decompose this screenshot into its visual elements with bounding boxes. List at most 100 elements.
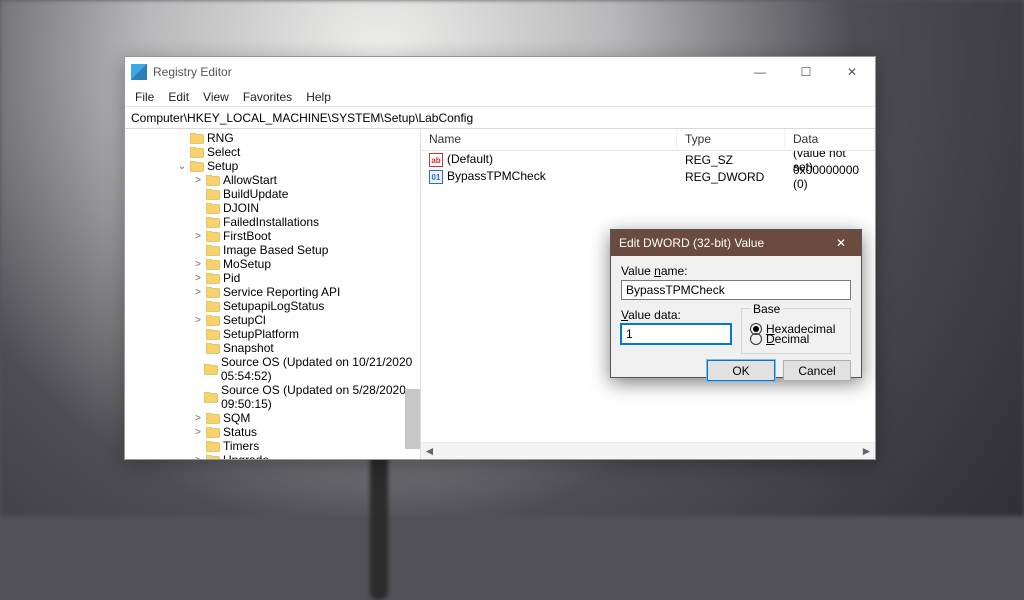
base-legend: Base (750, 302, 783, 316)
scroll-right-icon[interactable]: ► (858, 443, 875, 460)
minimize-button[interactable]: — (737, 57, 783, 87)
chevron-right-icon[interactable]: > (193, 427, 203, 438)
tree-node-label: Source OS (Updated on 10/21/2020 05:54:5… (221, 355, 414, 383)
tree-node[interactable]: SetupPlatform (125, 327, 420, 341)
cancel-button[interactable]: Cancel (783, 360, 851, 381)
maximize-button[interactable]: ☐ (783, 57, 829, 87)
app-icon (131, 64, 147, 80)
tree-node-label: SQM (223, 411, 250, 425)
chevron-right-icon[interactable]: > (193, 273, 203, 284)
tree-node[interactable]: Snapshot (125, 341, 420, 355)
reg-string-icon: ab (429, 153, 443, 167)
tree-node[interactable]: BuildUpdate (125, 187, 420, 201)
radio-icon (750, 333, 762, 345)
folder-icon (206, 343, 220, 354)
tree-node[interactable]: > Upgrade (125, 453, 420, 459)
chevron-right-icon[interactable]: > (193, 231, 203, 242)
chevron-right-icon[interactable]: > (193, 287, 203, 298)
tree-node-label: Timers (223, 439, 259, 453)
chevron-down-icon[interactable]: ⌄ (177, 161, 187, 172)
menu-edit[interactable]: Edit (168, 90, 189, 104)
folder-icon (206, 175, 220, 186)
value-data-input[interactable] (621, 324, 731, 344)
folder-icon (206, 427, 220, 438)
folder-icon (206, 287, 220, 298)
address-text: Computer\HKEY_LOCAL_MACHINE\SYSTEM\Setup… (131, 111, 473, 125)
folder-icon (206, 245, 220, 256)
edit-dword-dialog: Edit DWORD (32-bit) Value ✕ Value name: … (610, 229, 862, 378)
tree-node-label: Service Reporting API (223, 285, 340, 299)
tree-node[interactable]: Source OS (Updated on 10/21/2020 05:54:5… (125, 355, 420, 383)
value-name: (Default) (447, 152, 493, 166)
folder-icon (206, 413, 220, 424)
folder-icon (204, 364, 218, 375)
dialog-title: Edit DWORD (32-bit) Value (619, 236, 821, 250)
chevron-right-icon[interactable]: > (193, 315, 203, 326)
tree-node[interactable]: >Pid (125, 271, 420, 285)
tree-node[interactable]: Select (125, 145, 420, 159)
tree-node[interactable]: >FirstBoot (125, 229, 420, 243)
ok-button[interactable]: OK (707, 360, 775, 381)
window-titlebar[interactable]: Registry Editor — ☐ ✕ (125, 57, 875, 87)
menu-view[interactable]: View (203, 90, 229, 104)
tree-node[interactable]: > SetupCl (125, 313, 420, 327)
chevron-right-icon[interactable]: > (193, 175, 203, 186)
tree-node[interactable]: SetupapiLogStatus (125, 299, 420, 313)
column-header-name[interactable]: Name (421, 129, 677, 150)
tree-node[interactable]: Source OS (Updated on 5/28/2020 09:50:15… (125, 383, 420, 411)
folder-icon (206, 455, 220, 460)
tree-node-label: Source OS (Updated on 5/28/2020 09:50:15… (221, 383, 414, 411)
menu-file[interactable]: File (135, 90, 154, 104)
list-header-row[interactable]: Name Type Data (421, 129, 875, 151)
scrollbar-thumb[interactable] (405, 389, 420, 449)
dialog-close-button[interactable]: ✕ (821, 230, 861, 256)
column-header-type[interactable]: Type (677, 129, 785, 150)
dialog-titlebar[interactable]: Edit DWORD (32-bit) Value ✕ (611, 230, 861, 256)
horizontal-scrollbar[interactable]: ◄ ► (421, 442, 875, 459)
address-bar[interactable]: Computer\HKEY_LOCAL_MACHINE\SYSTEM\Setup… (125, 107, 875, 129)
tree-node[interactable]: >Status (125, 425, 420, 439)
folder-icon (206, 273, 220, 284)
tree-node-label: AllowStart (223, 173, 277, 187)
folder-icon (206, 315, 220, 326)
tree-node-label: MoSetup (223, 257, 271, 271)
folder-icon (206, 203, 220, 214)
tree-node[interactable]: > AllowStart (125, 173, 420, 187)
folder-icon (206, 301, 220, 312)
tree-node[interactable]: > SQM (125, 411, 420, 425)
folder-icon (206, 189, 220, 200)
value-name-input[interactable] (621, 280, 851, 300)
menu-favorites[interactable]: Favorites (243, 90, 292, 104)
value-data: 0x00000000 (0) (785, 163, 875, 191)
tree-node-label: Image Based Setup (223, 243, 328, 257)
tree-node-label: SetupCl (223, 313, 266, 327)
scroll-left-icon[interactable]: ◄ (421, 443, 438, 460)
chevron-right-icon[interactable]: > (193, 455, 203, 460)
value-type: REG_SZ (677, 153, 785, 167)
folder-icon (206, 231, 220, 242)
menu-help[interactable]: Help (306, 90, 331, 104)
value-name: BypassTPMCheck (447, 169, 546, 183)
tree-node-label: DJOIN (223, 201, 259, 215)
registry-value-row[interactable]: 01BypassTPMCheckREG_DWORD0x00000000 (0) (421, 168, 875, 185)
chevron-right-icon[interactable]: > (193, 413, 203, 424)
tree-node[interactable]: RNG (125, 131, 420, 145)
tree-node[interactable]: FailedInstallations (125, 215, 420, 229)
tree-node[interactable]: ⌄Setup (125, 159, 420, 173)
folder-icon (190, 161, 204, 172)
close-button[interactable]: ✕ (829, 57, 875, 87)
tree-node[interactable]: Timers (125, 439, 420, 453)
tree-node-label: SetupPlatform (223, 327, 299, 341)
tree-node[interactable]: DJOIN (125, 201, 420, 215)
tree-node[interactable]: > Service Reporting API (125, 285, 420, 299)
chevron-right-icon[interactable]: > (193, 259, 203, 270)
tree-pane[interactable]: RNGSelect⌄Setup > AllowStartBuildUpdateDJO… (125, 129, 421, 459)
tree-node-label: Snapshot (223, 341, 274, 355)
tree-node-label: Upgrade (223, 453, 269, 459)
value-data-label: Value data: (621, 308, 731, 322)
column-header-data[interactable]: Data (785, 129, 875, 150)
reg-dword-icon: 01 (429, 170, 443, 184)
tree-node[interactable]: > MoSetup (125, 257, 420, 271)
value-type: REG_DWORD (677, 170, 785, 184)
tree-node[interactable]: Image Based Setup (125, 243, 420, 257)
